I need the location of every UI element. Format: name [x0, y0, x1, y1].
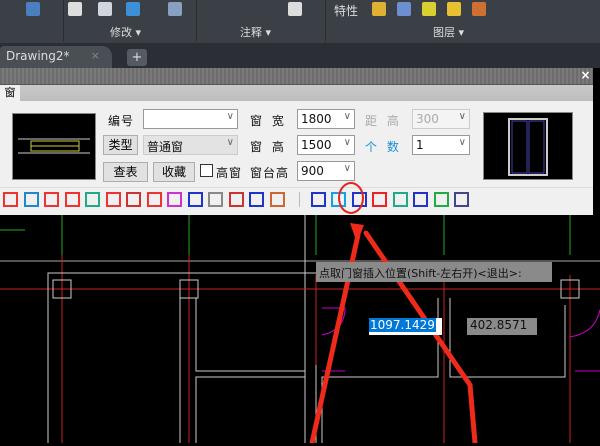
- chevron-down-icon: ∨: [226, 111, 234, 122]
- dynamic-dimension-display: 402.8571: [467, 318, 537, 335]
- table-icon[interactable]: [288, 2, 302, 16]
- window-elevation-icon: [508, 118, 548, 176]
- replace-icon[interactable]: [269, 192, 285, 207]
- arc-icon[interactable]: [392, 192, 408, 207]
- copy-icon[interactable]: [68, 2, 82, 16]
- dynamic-input-field[interactable]: 1097.1429: [369, 318, 442, 335]
- panel-annotate[interactable]: 注释 ▾: [240, 24, 271, 40]
- chevron-down-icon: ∨: [458, 111, 466, 122]
- sill-height-label: 窗台高: [250, 166, 290, 180]
- sill-height-combo[interactable]: 900 ∨: [297, 161, 355, 181]
- stretch-icon[interactable]: [98, 2, 112, 16]
- tab-label: Drawing2*: [6, 49, 70, 63]
- array-icon[interactable]: [126, 2, 140, 16]
- type-button[interactable]: 类型: [103, 135, 138, 155]
- command-prompt-tooltip: 点取门窗插入位置(Shift-左右开)<退出>:: [316, 262, 552, 282]
- new-tab-button[interactable]: +: [127, 49, 147, 66]
- height-label: 窗 高: [250, 140, 287, 154]
- fill-insert-icon[interactable]: [146, 192, 162, 207]
- highlight-circle: [338, 182, 364, 214]
- pick-icon[interactable]: [249, 192, 264, 207]
- corner-insert-icon[interactable]: [105, 192, 121, 207]
- ribbon: 特性 修改 ▾ 注释 ▾ 图层 ▾: [0, 0, 600, 43]
- equal-divide-icon[interactable]: [44, 192, 59, 207]
- properties-label[interactable]: 特性: [334, 2, 358, 19]
- axis-insert-icon[interactable]: [64, 192, 80, 207]
- favorite-button[interactable]: 收藏: [153, 162, 195, 182]
- center-insert-icon[interactable]: [187, 192, 203, 207]
- tab-window[interactable]: 窗: [0, 85, 20, 101]
- elevation-preview: [483, 112, 573, 180]
- select-icon[interactable]: [26, 2, 40, 16]
- free-insert-icon[interactable]: [208, 192, 223, 207]
- high-window-label: 高窗: [216, 166, 243, 180]
- distance-value: 300: [416, 112, 439, 126]
- door-left-icon[interactable]: [310, 192, 326, 207]
- corner-window-icon[interactable]: [413, 192, 428, 207]
- chevron-down-icon: ∨: [343, 111, 351, 122]
- number-combo[interactable]: ∨: [143, 109, 238, 129]
- chevron-down-icon: ∨: [343, 137, 351, 148]
- type-select[interactable]: 普通窗 ∨: [143, 135, 238, 155]
- panel-layers[interactable]: 图层 ▾: [433, 24, 464, 40]
- height-combo[interactable]: 1500 ∨: [297, 135, 355, 155]
- tab-drawing2[interactable]: Drawing2* ×: [0, 46, 112, 68]
- close-tab-icon[interactable]: ×: [91, 49, 100, 62]
- arrow-head: [350, 223, 364, 243]
- distance-combo: 300 ∨: [412, 109, 470, 129]
- mirror-icon[interactable]: [168, 2, 182, 16]
- edit-icon[interactable]: [228, 192, 244, 207]
- layer-freeze-icon[interactable]: [397, 2, 411, 16]
- width-value: 1800: [301, 112, 332, 126]
- tall-insert-icon[interactable]: [167, 192, 182, 207]
- layer-lock-icon[interactable]: [422, 2, 436, 16]
- palette-title-bar[interactable]: [0, 68, 593, 85]
- chevron-down-icon: ∨: [226, 137, 234, 148]
- palette-close-icon[interactable]: ×: [578, 68, 593, 85]
- type-value: 普通窗: [147, 140, 184, 154]
- plan-preview: [12, 113, 96, 180]
- window-plan-icon: [18, 138, 90, 154]
- insert-mode-icon[interactable]: [3, 192, 18, 207]
- layer-on-icon[interactable]: [372, 2, 386, 16]
- count-combo[interactable]: 1 ∨: [412, 135, 470, 155]
- panel-modify[interactable]: 修改 ▾: [110, 24, 141, 40]
- dim-input-value: 1097.1429: [369, 318, 436, 332]
- lookup-table-button[interactable]: 查表: [103, 162, 148, 182]
- distance-label: 距 高: [365, 114, 402, 128]
- count-value: 1: [416, 138, 424, 152]
- palette-tab-strip: [0, 85, 593, 101]
- separator: [299, 192, 300, 207]
- number-label: 编号: [108, 114, 135, 128]
- along-wall-icon[interactable]: [23, 192, 39, 207]
- high-window-checkbox[interactable]: [200, 164, 213, 177]
- chevron-down-icon: ∨: [343, 163, 351, 174]
- layer-match-icon[interactable]: [447, 2, 461, 16]
- grid-window-icon[interactable]: [454, 192, 469, 207]
- chevron-down-icon: ∨: [458, 137, 466, 148]
- sill-value: 900: [301, 164, 324, 178]
- count-label: 个 数: [365, 140, 402, 154]
- layer-iso-icon[interactable]: [472, 2, 486, 16]
- arc-window-icon[interactable]: [372, 192, 387, 207]
- height-value: 1500: [301, 138, 332, 152]
- width-label: 窗 宽: [250, 114, 287, 128]
- wall-end-icon[interactable]: [85, 192, 100, 207]
- box-window-icon[interactable]: [433, 192, 449, 207]
- width-combo[interactable]: 1800 ∨: [297, 109, 355, 129]
- angle-insert-icon[interactable]: [126, 192, 141, 207]
